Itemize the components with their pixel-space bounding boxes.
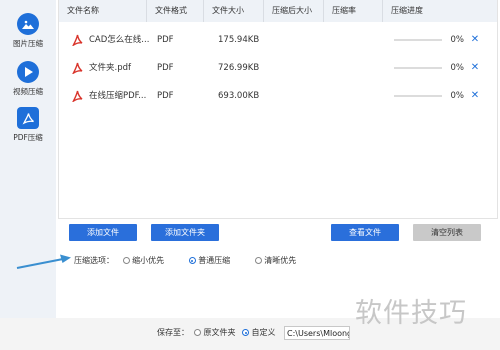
sidebar-item-pdf-compress[interactable]: PDF压缩 [0,107,56,143]
radio-icon[interactable] [122,257,130,264]
file-table: 文件名称 文件格式 文件大小 压缩后大小 压缩率 压缩进度 CAD怎么在线...… [58,0,498,219]
radio-icon[interactable] [254,257,262,264]
view-file-button[interactable]: 查看文件 [331,224,399,241]
table-row[interactable]: 在线压缩PDF... PDF 693.00KB 0% ✕ [59,82,497,110]
progress-percent: 0% [450,35,465,45]
file-name: 文件夹.pdf [89,63,131,73]
compression-ratio [334,26,378,54]
progress-percent: 0% [450,91,465,101]
sidebar-item-label: 视频压缩 [13,87,43,96]
save-option-custom[interactable]: 自定义 [242,327,276,338]
column-header-format: 文件格式 [147,0,204,22]
table-header: 文件名称 文件格式 文件大小 压缩后大小 压缩率 压缩进度 [59,0,497,22]
add-file-button[interactable]: 添加文件 [69,224,137,241]
save-option-original-folder[interactable]: 原文件夹 [194,327,236,338]
file-format: PDF [157,91,174,101]
sidebar-item-label: PDF压缩 [13,133,43,142]
compressed-size [274,54,318,82]
pdf-file-icon [72,34,83,46]
compressed-size [274,82,318,110]
annotation-arrow [16,254,71,269]
progress-bar [394,67,442,69]
radio-selected-icon[interactable] [242,329,249,336]
file-format: PDF [157,35,174,45]
column-header-compressed-size: 压缩后大小 [264,0,324,22]
option-shrink-first[interactable]: 缩小优先 [122,256,167,265]
compressed-size [274,26,318,54]
pdf-file-icon [72,62,83,74]
save-to-label: 保存至： [157,328,189,337]
file-name: CAD怎么在线... [89,35,149,45]
file-size: 693.00KB [218,91,260,101]
column-header-name: 文件名称 [59,0,147,22]
pdf-acrobat-icon [17,107,39,129]
image-icon [17,13,39,35]
clear-list-button[interactable]: 清空列表 [413,224,481,241]
save-path-input[interactable]: C:\Users\Mloong [284,326,350,340]
pdf-file-icon [72,90,83,102]
option-normal-compress[interactable]: 普通压缩 [188,256,233,265]
progress-bar [394,39,442,41]
remove-icon[interactable]: ✕ [469,82,481,110]
compression-ratio [334,54,378,82]
file-size: 726.99KB [218,63,260,73]
file-format: PDF [157,63,174,73]
sidebar-item-video-compress[interactable]: 视频压缩 [0,61,56,97]
file-name: 在线压缩PDF... [89,91,147,101]
add-folder-button[interactable]: 添加文件夹 [151,224,219,241]
table-row[interactable]: 文件夹.pdf PDF 726.99KB 0% ✕ [59,54,497,82]
remove-icon[interactable]: ✕ [469,54,481,82]
remove-icon[interactable]: ✕ [469,26,481,54]
column-header-ratio: 压缩率 [324,0,383,22]
option-clarity-first[interactable]: 清晰优先 [254,256,296,265]
compression-ratio [334,82,378,110]
watermark-text: 软件技巧 [355,298,467,329]
sidebar-item-label: 图片压缩 [13,39,43,48]
progress-percent: 0% [450,63,465,73]
radio-selected-icon[interactable] [188,257,196,264]
play-icon [17,61,39,83]
table-row[interactable]: CAD怎么在线... PDF 175.94KB 0% ✕ [59,26,497,54]
compress-options: 压缩选项： 缩小优先 普通压缩 清晰优先 [74,255,296,267]
sidebar: 图片压缩 视频压缩 PDF压缩 [0,0,56,320]
column-header-size: 文件大小 [204,0,264,22]
column-header-progress: 压缩进度 [391,6,423,15]
sidebar-item-image-compress[interactable]: 图片压缩 [0,13,56,49]
radio-icon[interactable] [194,329,201,336]
file-size: 175.94KB [218,35,260,45]
compress-options-label: 压缩选项： [74,256,114,265]
progress-bar [394,95,442,97]
